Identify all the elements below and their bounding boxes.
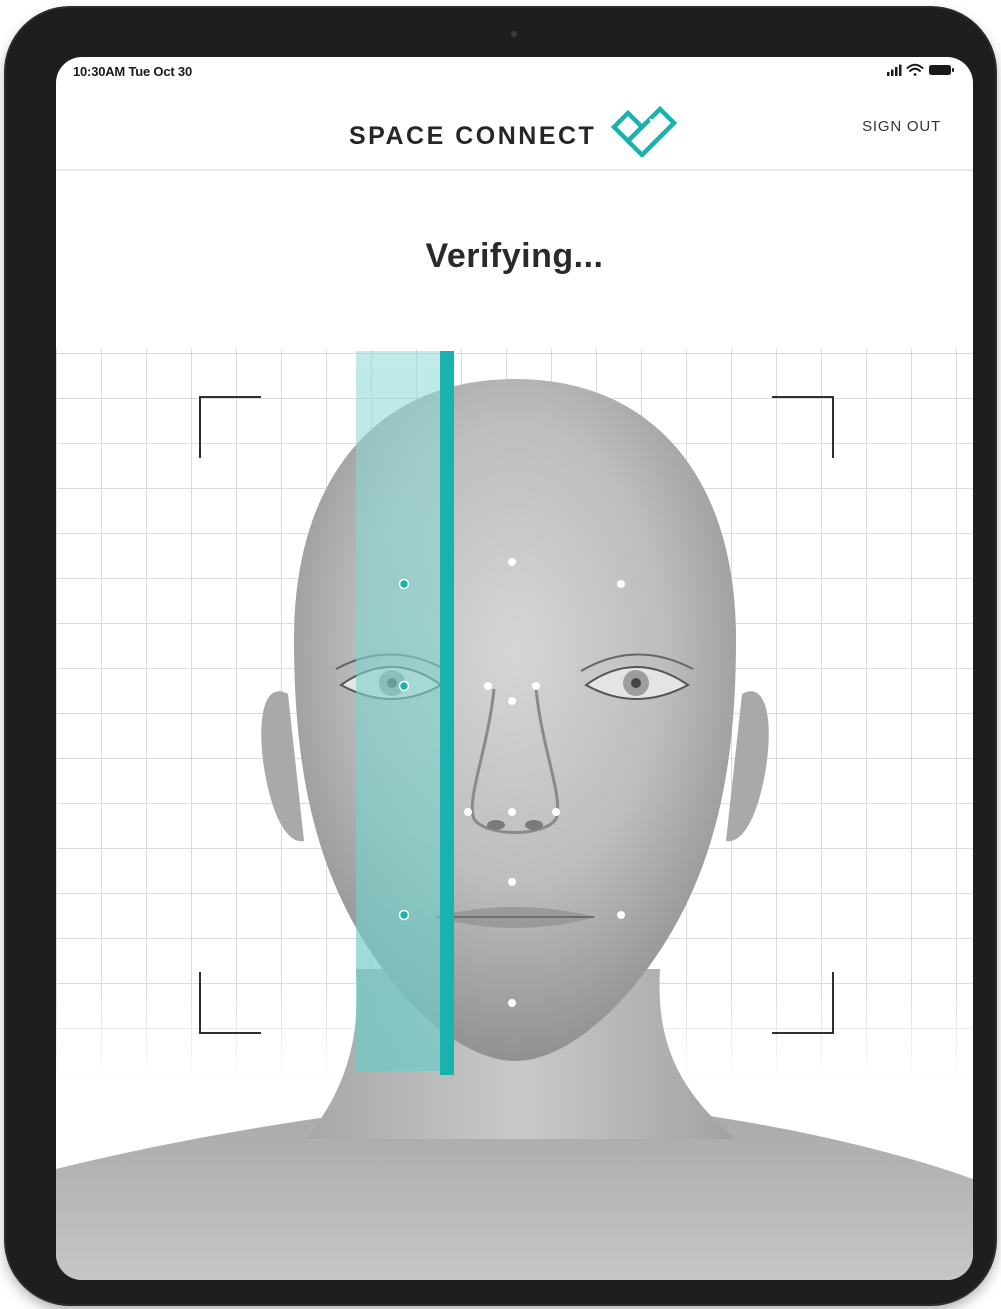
scan-frame-corner-bottom-left <box>199 972 261 1034</box>
scan-frame-corner-bottom-right <box>772 972 834 1034</box>
sign-out-button[interactable]: SIGN OUT <box>862 118 941 135</box>
status-icons <box>885 62 955 78</box>
battery-icon <box>929 65 954 75</box>
face-scan-area <box>56 349 973 1280</box>
status-bar: 10:30AM Tue Oct 30 <box>56 57 973 85</box>
scan-line <box>440 351 454 1075</box>
app-screen: 10:30AM Tue Oct 30 SPACE CONNECT SIGN OU… <box>56 57 973 1280</box>
scan-frame-corner-top-left <box>199 396 261 458</box>
app-title: SPACE CONNECT <box>349 122 597 150</box>
tablet-frame: 10:30AM Tue Oct 30 SPACE CONNECT SIGN OU… <box>6 8 995 1304</box>
front-camera <box>511 31 517 37</box>
app-header: SPACE CONNECT SIGN OUT <box>56 85 973 171</box>
scan-overlay <box>356 351 454 1075</box>
space-connect-logo <box>610 97 682 162</box>
scan-frame-corner-top-right <box>772 396 834 458</box>
status-time: 10:30AM Tue Oct 30 <box>73 64 192 79</box>
face-model-illustration <box>56 351 973 1280</box>
wifi-icon <box>906 63 924 76</box>
verifying-status-heading: Verifying... <box>425 237 604 275</box>
signal-icon <box>887 64 902 76</box>
